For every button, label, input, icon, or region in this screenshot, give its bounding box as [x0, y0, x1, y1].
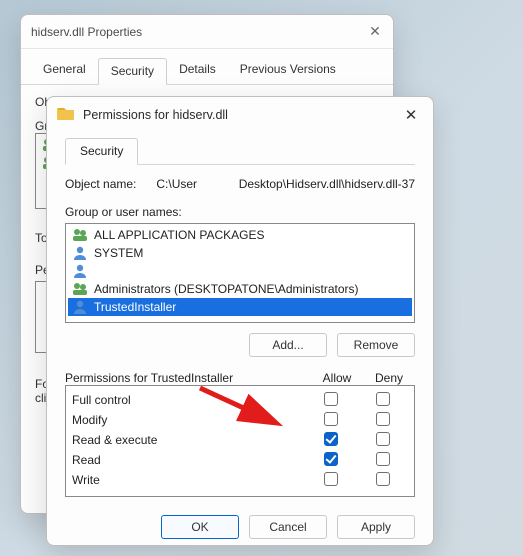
group-icon — [72, 281, 88, 297]
properties-tabs: General Security Details Previous Versio… — [21, 49, 393, 85]
tab-security-inner[interactable]: Security — [65, 138, 138, 165]
allow-checkbox[interactable] — [324, 452, 338, 466]
principals-list[interactable]: ALL APPLICATION PACKAGES SYSTEM Administra… — [65, 223, 415, 323]
permission-row: Read & execute — [72, 430, 408, 450]
permission-name: Write — [72, 473, 304, 487]
principal-item[interactable]: SYSTEM — [68, 244, 412, 262]
permissions-title: Permissions for hidserv.dll — [83, 108, 397, 122]
principal-name: Administrators (DESKTOPATONE\Administrat… — [94, 282, 359, 296]
deny-checkbox[interactable] — [376, 392, 390, 406]
allow-checkbox[interactable] — [324, 432, 338, 446]
permission-name: Read & execute — [72, 433, 304, 447]
principal-buttons: Add... Remove — [65, 333, 415, 357]
user-icon — [72, 245, 88, 261]
group-icon — [72, 227, 88, 243]
perm-for-label: Permissions for TrustedInstaller — [65, 371, 311, 385]
add-button[interactable]: Add... — [249, 333, 327, 357]
properties-titlebar[interactable]: hidserv.dll Properties ✕ — [21, 15, 393, 49]
permission-row: Read — [72, 450, 408, 470]
principal-item[interactable]: ALL APPLICATION PACKAGES — [68, 226, 412, 244]
permissions-body: Security Object name: C:\User Desktop\Hi… — [47, 133, 433, 551]
tab-general[interactable]: General — [31, 57, 98, 84]
properties-title: hidserv.dll Properties — [31, 25, 363, 39]
dialog-buttons: OK Cancel Apply — [65, 515, 415, 539]
perm-tabstrip: Security — [65, 137, 415, 165]
permission-name: Full control — [72, 393, 304, 407]
allow-checkbox[interactable] — [324, 392, 338, 406]
col-allow: Allow — [311, 371, 363, 385]
object-name-path: Desktop\Hidserv.dll\hidserv.dll-37 — [239, 177, 415, 191]
principal-name: ALL APPLICATION PACKAGES — [94, 228, 265, 242]
permissions-table: Full control Modify Read & execute Read Writ… — [65, 385, 415, 497]
permission-name: Read — [72, 453, 304, 467]
deny-checkbox[interactable] — [376, 412, 390, 426]
permission-name: Modify — [72, 413, 304, 427]
cancel-button[interactable]: Cancel — [249, 515, 327, 539]
permission-row: Full control — [72, 390, 408, 410]
user-icon — [72, 263, 88, 279]
folder-icon — [57, 105, 75, 126]
col-deny: Deny — [363, 371, 415, 385]
permissions-titlebar[interactable]: Permissions for hidserv.dll ✕ — [47, 97, 433, 133]
permission-row: Write — [72, 470, 408, 490]
object-name-row: Object name: C:\User Desktop\Hidserv.dll… — [65, 177, 415, 191]
deny-checkbox[interactable] — [376, 472, 390, 486]
tab-security[interactable]: Security — [98, 58, 167, 85]
deny-checkbox[interactable] — [376, 452, 390, 466]
deny-checkbox[interactable] — [376, 432, 390, 446]
principal-item[interactable]: Administrators (DESKTOPATONE\Administrat… — [68, 280, 412, 298]
principal-item[interactable]: TrustedInstaller — [68, 298, 412, 316]
principal-name: SYSTEM — [94, 246, 143, 260]
object-name-label: Object name: — [65, 177, 136, 191]
remove-button[interactable]: Remove — [337, 333, 415, 357]
perm-header: Permissions for TrustedInstaller Allow D… — [65, 371, 415, 385]
principal-name: TrustedInstaller — [94, 300, 176, 314]
permission-row: Modify — [72, 410, 408, 430]
tab-previous-versions[interactable]: Previous Versions — [228, 57, 348, 84]
permissions-window: Permissions for hidserv.dll ✕ Security O… — [46, 96, 434, 546]
allow-checkbox[interactable] — [324, 472, 338, 486]
close-icon[interactable]: ✕ — [363, 23, 387, 40]
tab-details[interactable]: Details — [167, 57, 228, 84]
user-icon — [72, 299, 88, 315]
close-icon[interactable]: ✕ — [397, 101, 425, 129]
apply-button[interactable]: Apply — [337, 515, 415, 539]
allow-checkbox[interactable] — [324, 412, 338, 426]
principal-item[interactable] — [68, 262, 412, 280]
object-name-user: C:\User — [156, 177, 218, 191]
ok-button[interactable]: OK — [161, 515, 239, 539]
group-label: Group or user names: — [65, 205, 415, 219]
